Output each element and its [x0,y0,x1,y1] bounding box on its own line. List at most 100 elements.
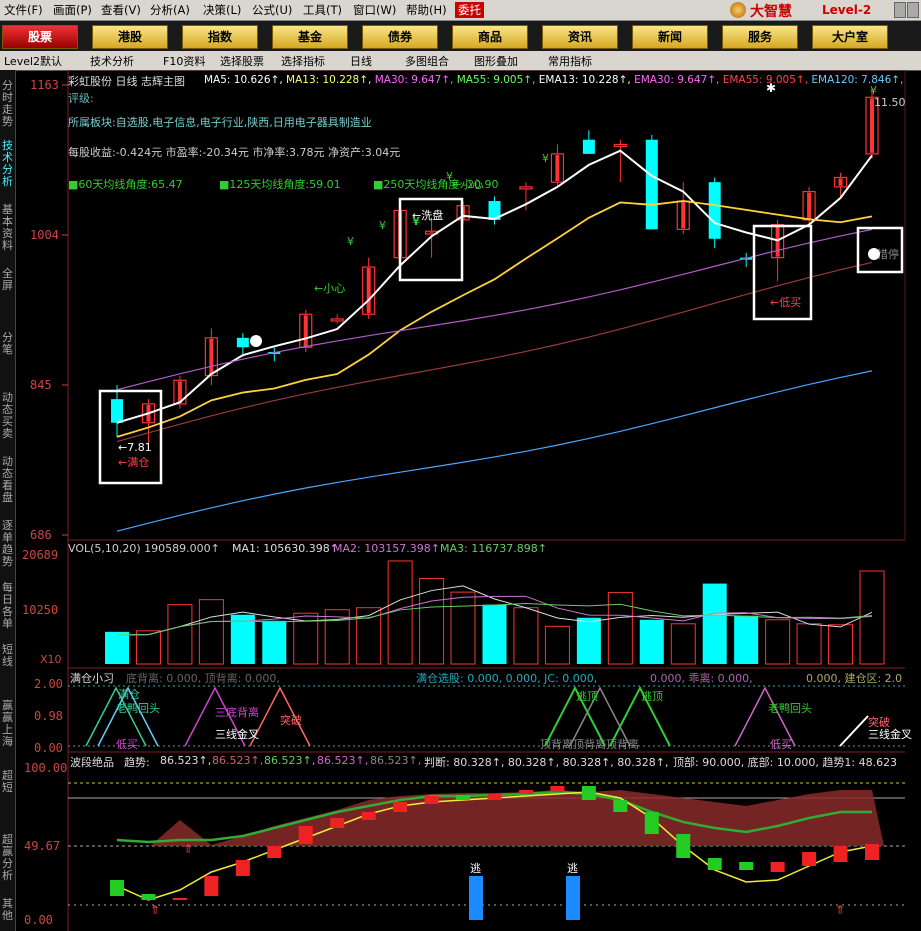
menu-formula[interactable]: 公式(U) [252,2,292,18]
ma5-line [116,149,873,424]
menu-decide[interactable]: 决策(L) [203,2,241,18]
tab-order-trend[interactable]: 逐单趋势 [0,520,15,568]
candle-fill [838,178,843,186]
ind2-candle [833,846,848,862]
ind1-label: 逃顶 [641,690,663,703]
label-careful-2: ←小心 [452,178,483,191]
ind1-y-tick: 2.00 [34,677,63,691]
nav-bond[interactable]: 债券 [362,25,438,49]
menu-view[interactable]: 查看(V) [101,2,141,18]
candle-fill [366,268,371,314]
toolbar-layout[interactable]: Level2默认 [4,53,62,69]
high-price-label: 11.50 [874,96,906,109]
nav-news[interactable]: 新闻 [632,25,708,49]
toolbar-tech[interactable]: 技术分析 [90,53,134,69]
brand-name: 大智慧 [750,4,792,20]
menu-help[interactable]: 帮助(H) [406,2,447,18]
volume-bar [765,619,791,665]
yen-mark: ¥ [379,219,386,232]
ind2-candle [581,786,596,800]
toolbar-overlay[interactable]: 图形叠加 [474,53,518,69]
candle-body [613,143,627,148]
nav-service[interactable]: 服务 [722,25,798,49]
menu-bar: 文件(F) 画面(P) 查看(V) 分析(A) 决策(L) 公式(U) 工具(T… [0,0,921,21]
toolbar-f10[interactable]: F10资料 [163,53,205,69]
tab-dyn-trade[interactable]: 动态买卖 [0,392,15,440]
nav-fund[interactable]: 基金 [272,25,348,49]
minimize-icon[interactable] [894,2,906,18]
toolbar-period[interactable]: 日线 [350,53,372,69]
tab-basic[interactable]: 基本资料 [0,204,15,252]
ind2-candle [550,786,565,792]
ind1-label: 低买 [116,738,138,751]
nav-info[interactable]: 资讯 [542,25,618,49]
tab-technical[interactable]: 技术分析 [0,140,15,188]
toolbar-select-indicator[interactable]: 选择指标 [281,53,325,69]
nav-vip-room[interactable]: 大户室 [812,25,888,49]
tab-win-sh[interactable]: 赢赢上海 [0,700,15,748]
volume-bar [859,570,885,665]
tab-short[interactable]: 短线 [0,644,15,668]
volume-bar [670,623,696,665]
ind2-candle [172,898,187,900]
nav-bar: 股票 港股 指数 基金 债券 商品 资讯 新闻 服务 大户室 [0,21,921,51]
ind2-candle [110,880,124,896]
tab-dyn-watch[interactable]: 动态看盘 [0,456,15,504]
tab-daily-orders[interactable]: 每日各单 [0,582,15,630]
tab-ultra-win[interactable]: 超赢分析 [0,834,15,882]
menu-file[interactable]: 文件(F) [4,2,43,18]
ind1-label: 突破 [280,713,302,727]
label-full: ←满仓 [118,455,149,469]
volume-bar [796,623,822,665]
menu-order[interactable]: 委托 [455,2,484,18]
candle-body [708,182,721,239]
toolbar-select-stock[interactable]: 选择股票 [220,53,264,69]
volume-bar [734,615,759,664]
low-price-label: ←7.81 [118,441,152,454]
candle-fill [555,154,560,182]
toolbar-common[interactable]: 常用指标 [548,53,592,69]
candle-fill [303,315,308,347]
tab-timeshare[interactable]: 分时走势 [0,80,15,128]
close-icon[interactable] [907,2,919,18]
ind2-candle [456,795,471,800]
nav-stocks[interactable]: 股票 [2,25,78,49]
toolbar-multi[interactable]: 多图组合 [405,53,449,69]
tab-tick[interactable]: 分笔 [0,332,15,356]
ind1-label: 顶背离顶背离顶背离 [540,737,639,751]
ind2-candle [393,802,408,812]
candle-fill [177,381,182,403]
star-icon: ✱ [766,81,776,95]
ind2-candle [235,860,250,876]
yen-mark: ¥ [870,84,877,97]
ind2-escape-label: 逃 [567,862,578,875]
volume-bar [544,625,570,665]
vol-unit: X10 [40,653,62,666]
menu-analyze[interactable]: 分析(A) [150,2,190,18]
candle-body [582,139,595,154]
smiley-icon [868,248,880,260]
main-y-tick: 686 [30,528,52,542]
chart-area[interactable]: 11631004845686←7.81←满仓←洗盘←小心←小心←低买惜停11.5… [15,70,921,931]
main-y-tick: 845 [30,378,52,392]
nav-hk[interactable]: 港股 [92,25,168,49]
ind2-candle [676,834,691,858]
tab-ultra-short[interactable]: 超短 [0,770,15,794]
menu-window[interactable]: 窗口(W) [353,2,396,18]
menu-view-pane[interactable]: 画面(P) [53,2,92,18]
up-arrow-icon: ⇑ [150,903,160,917]
volume-bar [482,604,507,664]
ind1-label: 三线金叉 [215,727,259,741]
nav-index[interactable]: 指数 [182,25,258,49]
tab-fullscreen[interactable]: 全屏 [0,268,15,292]
yen-mark: ¥ [446,170,453,183]
ind1-label: 老鸭回头 [116,702,160,715]
yen-mark: ¥ [542,152,549,165]
candle-body [330,318,344,322]
tab-other[interactable]: 其他 [0,898,15,922]
menu-tools[interactable]: 工具(T) [303,2,342,18]
candle-body [645,139,658,230]
nav-commodity[interactable]: 商品 [452,25,528,49]
label-hold: 惜停 [877,247,899,261]
volume-bar [198,599,224,665]
